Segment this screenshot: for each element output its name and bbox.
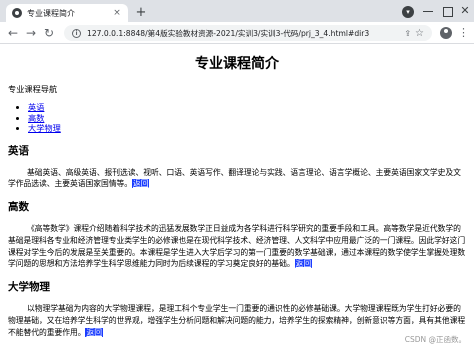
back-to-top-link[interactable]: 返回 xyxy=(294,259,313,269)
nav-link-math[interactable]: 高数 xyxy=(28,113,44,123)
nav-heading: 专业课程导航 xyxy=(8,84,58,94)
globe-icon xyxy=(12,8,22,18)
back-to-top-link[interactable]: 返回 xyxy=(85,327,103,337)
nav-list-item: 高数 xyxy=(28,113,466,124)
tab-title: 专业课程简介 xyxy=(27,8,75,18)
nav-list-item: 大学物理 xyxy=(28,123,466,134)
back-icon[interactable]: ← xyxy=(6,25,20,41)
reload-icon[interactable]: ↻ xyxy=(42,25,56,41)
back-to-top-link[interactable]: 返回 xyxy=(131,179,150,189)
page-title: 专业课程简介 xyxy=(195,56,279,72)
url-text[interactable]: 127.0.0.1:8848/第4版实验教材资源-2021/实训3/实训3-代码… xyxy=(87,28,400,39)
forward-icon[interactable]: → xyxy=(24,25,38,41)
share-icon[interactable]: ⇪ xyxy=(404,29,411,38)
section-heading-math: 高数 xyxy=(8,201,29,214)
page-content: 专业课程简介 专业课程导航 英语 高数 大学物理 英语 基础英语、高级英语、报刊… xyxy=(0,45,474,348)
section-body-english: 基础英语、高级英语、报刊选读、视听、口语、英语写作、翻译理论与实践、语言理论、语… xyxy=(8,167,466,191)
section-heading-physics: 大学物理 xyxy=(8,281,50,294)
active-tab[interactable]: 专业课程简介 × xyxy=(6,4,128,22)
maximize-icon[interactable] xyxy=(440,4,454,18)
nav-link-english[interactable]: 英语 xyxy=(28,102,44,112)
info-icon[interactable]: i xyxy=(72,28,81,38)
profile-icon[interactable] xyxy=(440,27,452,39)
minimize-icon[interactable] xyxy=(421,4,435,18)
section-text: 基础英语、高级英语、报刊选读、视听、口语、英语写作、翻译理论与实践、语言理论、语… xyxy=(8,167,461,189)
section-text: 以物理学基础为内容的大学物理课程，是理工科个专业学生一门重要的通识性的必修基础课… xyxy=(8,304,466,337)
new-tab-button[interactable]: + xyxy=(134,6,148,20)
tab-strip: 专业课程简介 × + ▾ ✕ xyxy=(0,0,474,22)
section-heading-english: 英语 xyxy=(8,144,29,157)
course-nav-list: 英语 高数 大学物理 xyxy=(8,102,466,134)
browser-toolbar: ← → ↻ i 127.0.0.1:8848/第4版实验教材资源-2021/实训… xyxy=(0,22,474,44)
section-body-physics: 以物理学基础为内容的大学物理课程，是理工科个专业学生一门重要的通识性的必修基础课… xyxy=(8,303,466,338)
tab-search-icon[interactable]: ▾ xyxy=(402,6,414,18)
menu-icon[interactable]: ⋮ xyxy=(458,25,469,41)
nav-link-physics[interactable]: 大学物理 xyxy=(28,123,61,133)
section-text: 《高等数学》课程介绍随着科学技术的迅猛发展数学正日益成为各学科进行科学研究的重要… xyxy=(8,224,466,269)
section-body-math: 《高等数学》课程介绍随着科学技术的迅猛发展数学正日益成为各学科进行科学研究的重要… xyxy=(8,223,466,270)
watermark: CSDN @正函数。 xyxy=(404,335,466,344)
tab-close-icon[interactable]: × xyxy=(112,8,122,18)
address-bar[interactable]: i 127.0.0.1:8848/第4版实验教材资源-2021/实训3/实训3-… xyxy=(64,25,432,41)
bookmark-star-icon[interactable]: ☆ xyxy=(415,28,424,39)
window-close-icon[interactable]: ✕ xyxy=(458,4,472,18)
nav-list-item: 英语 xyxy=(28,102,466,113)
